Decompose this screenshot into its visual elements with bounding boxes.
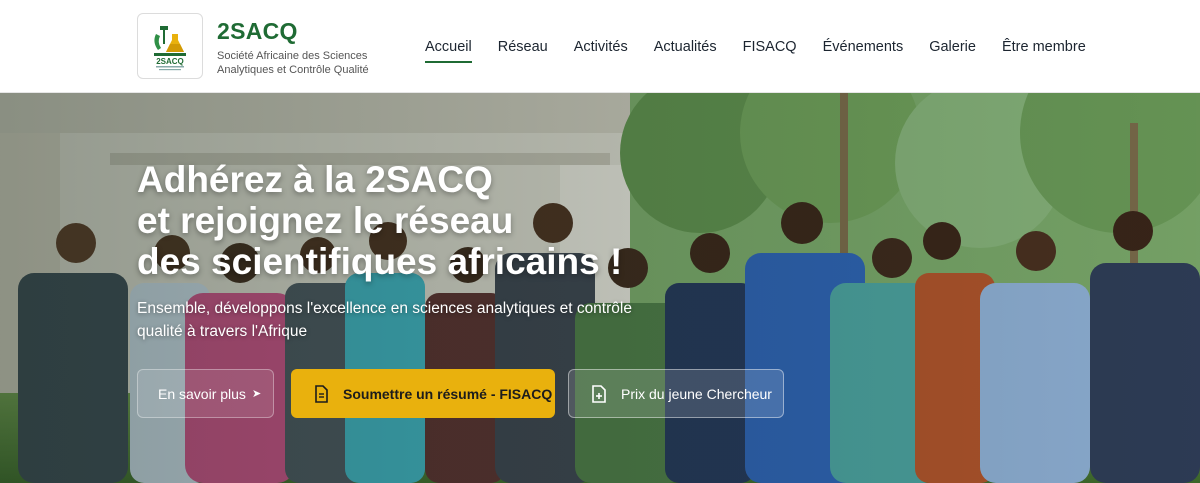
hero-title-line-2: et rejoignez le réseau	[137, 200, 514, 241]
learn-more-label: En savoir plus	[158, 385, 246, 402]
hero-subtitle: Ensemble, développons l'excellence en sc…	[137, 300, 632, 340]
brand-tagline: Société Africaine des Sciences Analytiqu…	[217, 50, 369, 76]
hero-title-line-3: des scientifiques africains !	[137, 241, 623, 282]
nav-item-galerie[interactable]: Galerie	[929, 0, 976, 93]
learn-more-button[interactable]: En savoir plus ➤	[137, 369, 274, 418]
main-nav: Accueil Réseau Activités Actualités FISA…	[412, 0, 1099, 93]
nav-item-evenements[interactable]: Événements	[823, 0, 904, 93]
file-plus-icon	[591, 384, 609, 403]
document-icon	[313, 384, 331, 403]
site-header: 2SACQ 2SACQ Société Africaine des Scienc…	[0, 0, 1200, 93]
hero-section: Adhérez à la 2SACQ et rejoignez le résea…	[0, 93, 1200, 483]
nav-item-actualites[interactable]: Actualités	[654, 0, 717, 93]
nav-item-etre-membre[interactable]: Être membre	[1002, 0, 1086, 93]
nav-item-reseau[interactable]: Réseau	[498, 0, 548, 93]
hero-title-line-1: Adhérez à la 2SACQ	[137, 159, 493, 200]
nav-item-fisacq[interactable]: FISACQ	[743, 0, 797, 93]
chevron-right-icon: ➤	[251, 388, 262, 400]
young-researcher-prize-label: Prix du jeune Chercheur	[621, 385, 772, 402]
nav-item-activites[interactable]: Activités	[574, 0, 628, 93]
young-researcher-prize-button[interactable]: Prix du jeune Chercheur	[568, 369, 784, 418]
hero-title: Adhérez à la 2SACQ et rejoignez le résea…	[137, 159, 697, 282]
brand-name[interactable]: 2SACQ	[217, 18, 298, 45]
hero-overlay	[0, 93, 1200, 483]
submit-abstract-label: Soumettre un résumé - FISACQ	[343, 385, 553, 402]
logo-text: 2SACQ	[156, 57, 184, 66]
logo-flask-icon: 2SACQ	[154, 26, 186, 71]
nav-item-accueil[interactable]: Accueil	[425, 0, 472, 93]
submit-abstract-button[interactable]: Soumettre un résumé - FISACQ	[291, 369, 555, 418]
logo[interactable]: 2SACQ	[137, 13, 203, 79]
